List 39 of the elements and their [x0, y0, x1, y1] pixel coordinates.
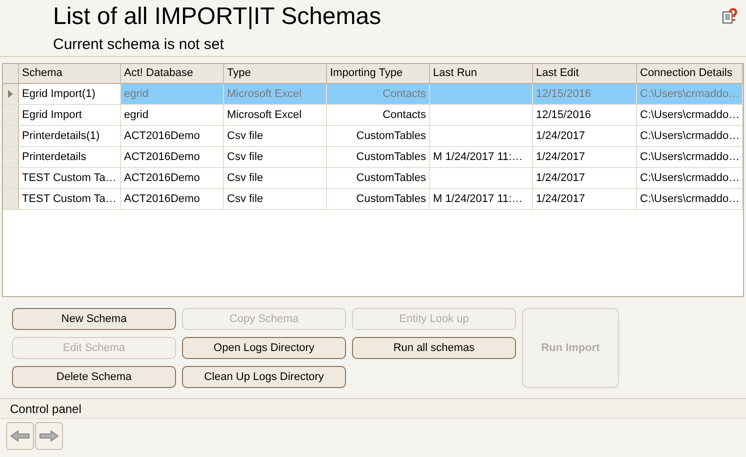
column-header[interactable]: Act! Database: [121, 64, 224, 83]
row-header[interactable]: [3, 126, 19, 146]
column-header[interactable]: Last Run: [430, 64, 533, 83]
schema-button[interactable]: New Schema: [12, 308, 176, 330]
table-cell: ACT2016Demo: [121, 189, 224, 209]
row-pointer-icon: [8, 90, 13, 98]
table-cell: 12/15/2016: [533, 84, 637, 104]
row-header[interactable]: [3, 105, 19, 125]
schema-button[interactable]: Open Logs Directory: [182, 337, 346, 359]
column-header[interactable]: Schema: [19, 64, 121, 83]
schema-button[interactable]: Run all schemas: [352, 337, 516, 359]
table-cell: egrid: [121, 84, 224, 104]
column-header[interactable]: Importing Type: [327, 64, 430, 83]
column-header[interactable]: Connection Details: [637, 64, 743, 83]
table-cell: Contacts: [327, 84, 430, 104]
column-header[interactable]: Last Edit: [533, 64, 637, 83]
schema-status: Current schema is not set: [53, 36, 224, 54]
table-cell: C:\Users\crmaddo…: [637, 84, 743, 104]
table-cell: TEST Custom Ta…: [19, 189, 121, 209]
page-title: List of all IMPORT|IT Schemas: [53, 2, 382, 32]
table-cell: egrid: [121, 105, 224, 125]
help-icon[interactable]: [722, 8, 738, 24]
schema-button[interactable]: Clean Up Logs Directory: [182, 366, 346, 388]
row-header[interactable]: [3, 168, 19, 188]
panel-title: Control panel: [10, 400, 82, 418]
row-header[interactable]: [3, 147, 19, 167]
table-cell: ACT2016Demo: [121, 126, 224, 146]
schema-button[interactable]: Delete Schema: [12, 366, 176, 388]
forward-button[interactable]: [35, 422, 63, 450]
table-cell: TEST Custom Ta…: [19, 168, 121, 188]
column-header[interactable]: Type: [224, 64, 327, 83]
table-cell: ACT2016Demo: [121, 147, 224, 167]
row-header[interactable]: [3, 189, 19, 209]
current-row-marker[interactable]: [3, 84, 19, 104]
back-button[interactable]: [6, 422, 34, 450]
table-cell: ACT2016Demo: [121, 168, 224, 188]
right-arrow-icon: [39, 430, 59, 442]
table-cell: Microsoft Excel: [224, 84, 327, 104]
left-arrow-icon: [10, 430, 30, 442]
